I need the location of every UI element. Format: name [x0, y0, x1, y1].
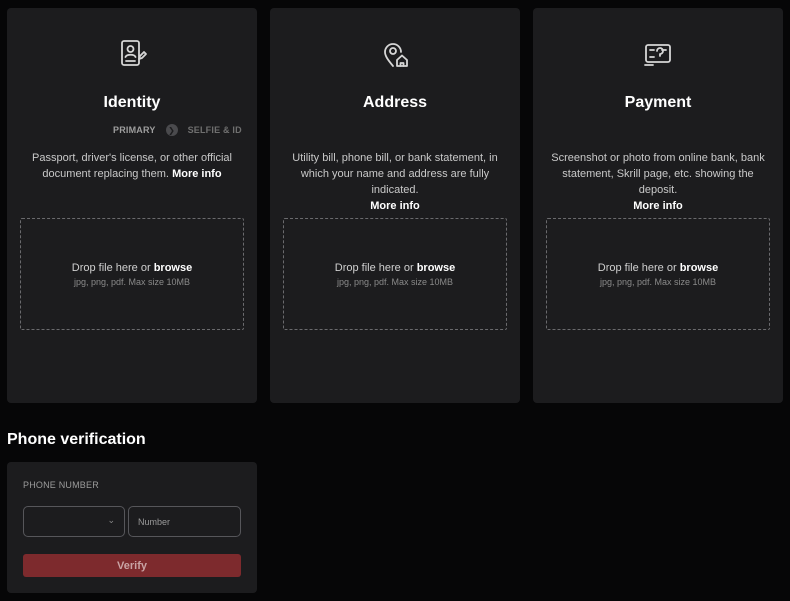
address-card: Address Utility bill, phone bill, or ban… [270, 8, 520, 403]
step-selfie-id[interactable]: SELFIE & ID [188, 125, 242, 135]
drop-text: Drop file here or [334, 261, 414, 274]
chevron-right-icon: ❯ [165, 124, 178, 136]
location-home-icon [270, 38, 520, 72]
drop-instruction: Drop file here or browse [598, 262, 718, 274]
verify-button[interactable]: Verify [23, 554, 241, 577]
drop-text: Drop file here or [71, 261, 151, 274]
id-card-icon [7, 38, 257, 72]
browse-link[interactable]: browse [417, 262, 456, 274]
chevron-down-icon: ⌄ [107, 515, 115, 525]
phone-number-label: PHONE NUMBER [23, 480, 99, 490]
payment-card-icon [533, 38, 783, 72]
more-info-link[interactable]: More info [633, 200, 683, 212]
description-text: Utility bill, phone bill, or bank statem… [292, 152, 498, 196]
phone-verification-card: PHONE NUMBER ⌄ Verify [7, 462, 257, 593]
step-indicator: PRIMARY ❯ SELFIE & ID [113, 124, 242, 136]
file-dropzone[interactable]: Drop file here or browse jpg, png, pdf. … [546, 218, 770, 330]
card-description: Passport, driver's license, or other off… [21, 150, 243, 182]
card-description: Utility bill, phone bill, or bank statem… [284, 150, 506, 214]
file-hint: jpg, png, pdf. Max size 10MB [599, 276, 717, 287]
file-hint: jpg, png, pdf. Max size 10MB [336, 276, 454, 287]
file-dropzone[interactable]: Drop file here or browse jpg, png, pdf. … [20, 218, 244, 330]
drop-text: Drop file here or [597, 261, 677, 274]
more-info-link[interactable]: More info [370, 200, 420, 212]
verification-cards: Identity PRIMARY ❯ SELFIE & ID Passport,… [7, 8, 783, 403]
step-primary[interactable]: PRIMARY [113, 125, 156, 135]
drop-instruction: Drop file here or browse [72, 262, 192, 274]
drop-instruction: Drop file here or browse [335, 262, 455, 274]
description-text: Screenshot or photo from online bank, ba… [551, 152, 765, 196]
card-description: Screenshot or photo from online bank, ba… [547, 150, 769, 214]
country-code-select[interactable]: ⌄ [23, 506, 125, 537]
browse-link[interactable]: browse [154, 262, 193, 274]
browse-link[interactable]: browse [680, 262, 719, 274]
phone-verification-title: Phone verification [7, 431, 146, 448]
card-title: Payment [624, 94, 692, 111]
file-dropzone[interactable]: Drop file here or browse jpg, png, pdf. … [283, 218, 507, 330]
payment-card: Payment Screenshot or photo from online … [533, 8, 783, 403]
card-title: Address [362, 94, 428, 111]
phone-number-input[interactable] [128, 506, 241, 537]
identity-card: Identity PRIMARY ❯ SELFIE & ID Passport,… [7, 8, 257, 403]
more-info-link[interactable]: More info [172, 168, 222, 180]
card-title: Identity [103, 94, 161, 111]
file-hint: jpg, png, pdf. Max size 10MB [73, 276, 191, 287]
